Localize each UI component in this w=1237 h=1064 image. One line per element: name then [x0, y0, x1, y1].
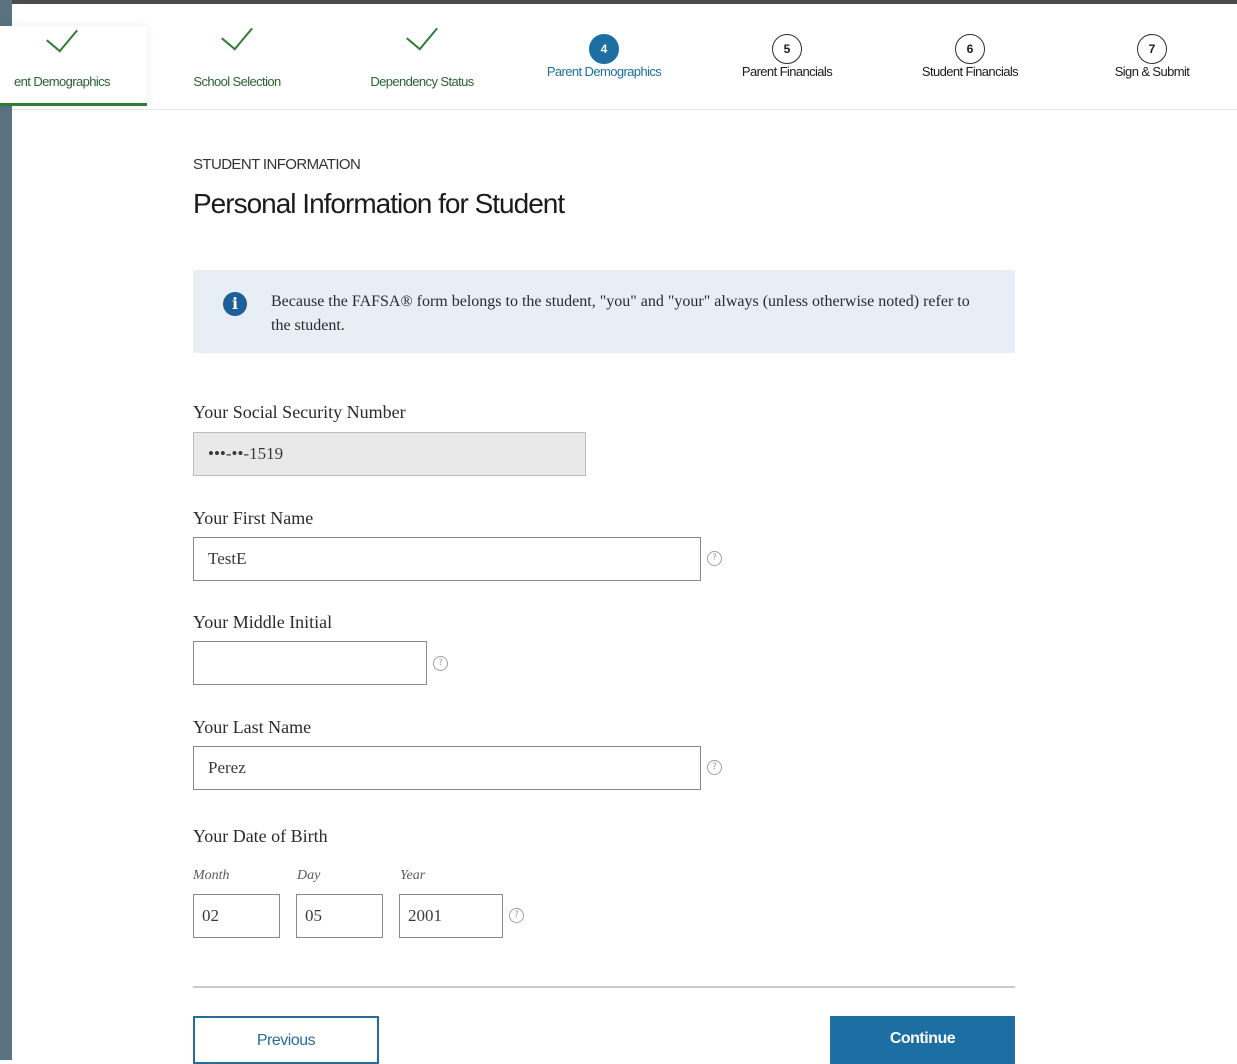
previous-button[interactable]: Previous	[193, 1016, 379, 1064]
step-parent-demographics[interactable]: 4 Parent Demographics	[519, 24, 689, 108]
middle-initial-field[interactable]	[193, 641, 427, 685]
checkmark-icon	[406, 17, 438, 51]
continue-button[interactable]: Continue	[830, 1016, 1015, 1064]
step-label: Sign & Submit	[1114, 64, 1190, 79]
dob-day-field[interactable]	[296, 894, 383, 938]
info-icon: i	[223, 292, 247, 316]
step-label: School Selection	[193, 74, 281, 89]
step-label: ent Demographics	[14, 74, 111, 89]
divider	[193, 986, 1015, 988]
ssn-label: Your Social Security Number	[193, 402, 406, 422]
help-icon[interactable]: ?	[707, 551, 722, 566]
help-icon[interactable]: ?	[433, 656, 448, 671]
section-kicker: STUDENT INFORMATION	[193, 156, 361, 173]
dob-label: Your Date of Birth	[193, 826, 328, 846]
last-name-label: Your Last Name	[193, 717, 312, 737]
dob-year-field[interactable]	[399, 894, 503, 938]
step-school-selection[interactable]: School Selection	[152, 17, 322, 108]
step-label: Student Financials	[921, 64, 1019, 79]
month-label: Month	[193, 868, 230, 883]
active-step-underline	[0, 103, 147, 106]
step-dependency-status[interactable]: Dependency Status	[337, 17, 507, 108]
help-icon[interactable]: ?	[509, 908, 524, 923]
help-icon[interactable]: ?	[707, 760, 722, 775]
step-number-badge: 4	[589, 34, 619, 64]
left-window-edge	[0, 0, 12, 1060]
checkmark-icon	[46, 19, 78, 53]
step-student-demographics[interactable]: ent Demographics	[0, 19, 147, 106]
first-name-label: Your First Name	[193, 508, 314, 528]
page-title: Personal Information for Student	[193, 188, 565, 219]
middle-initial-label: Your Middle Initial	[193, 612, 333, 632]
step-label: Parent Demographics	[546, 64, 662, 79]
checkmark-icon	[221, 17, 253, 51]
step-number-badge: 7	[1137, 34, 1167, 64]
info-text: Because the FAFSA® form belongs to the s…	[271, 293, 970, 334]
ssn-field[interactable]	[193, 432, 586, 476]
step-student-financials[interactable]: 6 Student Financials	[885, 24, 1055, 108]
step-number-badge: 5	[772, 34, 802, 64]
info-alert: i Because the FAFSA® form belongs to the…	[193, 270, 1015, 353]
last-name-field[interactable]	[193, 746, 701, 790]
step-sign-submit[interactable]: 7 Sign & Submit	[1067, 24, 1237, 108]
step-label: Dependency Status	[370, 74, 474, 89]
year-label: Year	[400, 868, 426, 883]
dob-month-field[interactable]	[193, 894, 280, 938]
progress-stepper: ent Demographics School Selection Depend…	[0, 4, 1237, 110]
first-name-field[interactable]	[193, 537, 701, 581]
step-number-badge: 6	[955, 34, 985, 64]
step-label: Parent Financials	[741, 64, 833, 79]
step-parent-financials[interactable]: 5 Parent Financials	[702, 24, 872, 108]
day-label: Day	[297, 868, 321, 883]
